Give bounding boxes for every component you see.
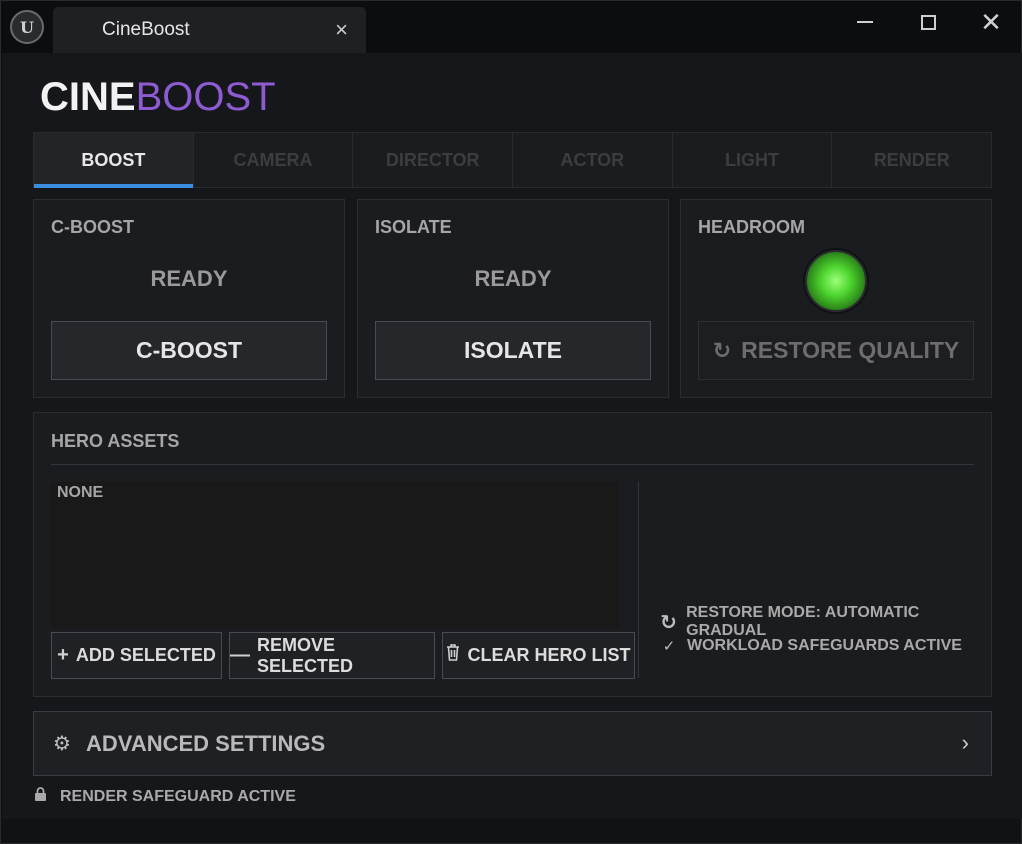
restore-quality-label: RESTORE QUALITY <box>741 337 960 363</box>
clear-hero-list-button[interactable]: CLEAR HERO LIST <box>442 632 635 679</box>
maximize-button[interactable] <box>908 7 948 37</box>
isolate-status: READY <box>474 266 552 291</box>
chevron-right-icon: › <box>961 730 969 755</box>
headroom-indicator-light <box>805 250 867 312</box>
render-safeguard-status: RENDER SAFEGUARD ACTIVE <box>34 787 296 807</box>
tab-bar: BOOST CAMERA DIRECTOR ACTOR LIGHT RENDER <box>33 132 992 188</box>
hero-list-empty-label: NONE <box>57 484 104 501</box>
maximize-icon <box>920 14 936 30</box>
tab-actor[interactable]: ACTOR <box>513 133 673 187</box>
cboost-button[interactable]: C-BOOST <box>51 321 327 380</box>
tab-director[interactable]: DIRECTOR <box>353 133 514 187</box>
lock-icon <box>34 787 50 807</box>
remove-selected-label: REMOVE SELECTED <box>257 634 354 676</box>
cboost-title: C-BOOST <box>51 217 134 237</box>
restore-mode-info: ↻ RESTORE MODE: AUTOMATIC GRADUAL <box>658 604 991 640</box>
unreal-logo-icon[interactable]: U <box>10 10 44 44</box>
cboost-panel: C-BOOST READY C-BOOST <box>33 199 345 398</box>
isolate-button[interactable]: ISOLATE <box>375 321 651 380</box>
headroom-title: HEADROOM <box>698 217 805 237</box>
restore-mode-text: RESTORE MODE: AUTOMATIC GRADUAL <box>686 604 920 639</box>
window-close-button[interactable]: ✕ <box>971 7 1011 37</box>
tab-render[interactable]: RENDER <box>832 133 991 187</box>
refresh-icon: ↻ <box>712 337 732 363</box>
plus-icon: + <box>57 644 69 666</box>
brand-part-boost: BOOST <box>135 75 276 119</box>
tab-light[interactable]: LIGHT <box>673 133 833 187</box>
minimize-icon <box>857 21 873 23</box>
app-window: U CineBoost × ✕ CINEBOOST BOOST CAMERA D… <box>0 0 1022 844</box>
title-bar: U CineBoost × ✕ <box>1 1 1021 53</box>
plugin-content: CINEBOOST BOOST CAMERA DIRECTOR ACTOR LI… <box>2 53 1022 819</box>
minus-icon: — <box>230 644 250 666</box>
restore-quality-button[interactable]: ↻ RESTORE QUALITY <box>698 321 974 380</box>
isolate-panel: ISOLATE READY ISOLATE <box>357 199 669 398</box>
divider <box>51 464 974 465</box>
hero-assets-title: HERO ASSETS <box>51 431 180 451</box>
cboost-status: READY <box>150 266 228 291</box>
minimize-button[interactable] <box>845 7 885 37</box>
tab-camera[interactable]: CAMERA <box>194 133 354 187</box>
refresh-icon: ↻ <box>660 611 677 634</box>
clear-hero-list-label: CLEAR HERO LIST <box>467 645 631 665</box>
render-safeguard-text: RENDER SAFEGUARD ACTIVE <box>60 788 296 805</box>
hero-asset-list[interactable]: NONE <box>51 482 619 628</box>
advanced-settings-expander[interactable]: ⚙ ADVANCED SETTINGS › <box>33 711 992 776</box>
safeguards-text: WORKLOAD SAFEGUARDS ACTIVE <box>687 637 962 654</box>
brand-logo: CINEBOOST <box>40 75 276 120</box>
vertical-divider <box>638 482 639 678</box>
safeguards-info: ✓ WORKLOAD SAFEGUARDS ACTIVE <box>658 637 962 655</box>
add-selected-label: ADD SELECTED <box>75 645 216 665</box>
document-tab-title: CineBoost <box>102 19 190 40</box>
advanced-settings-label: ADVANCED SETTINGS <box>86 730 326 756</box>
headroom-panel: HEADROOM ↻ RESTORE QUALITY <box>680 199 992 398</box>
gear-icon: ⚙ <box>53 733 71 755</box>
trash-icon <box>446 644 460 667</box>
document-tab[interactable]: CineBoost × <box>53 7 366 53</box>
hero-assets-panel: HERO ASSETS NONE + ADD SELECTED — REMOVE… <box>33 412 992 697</box>
remove-selected-button[interactable]: — REMOVE SELECTED <box>229 632 435 679</box>
isolate-title: ISOLATE <box>375 217 452 237</box>
tab-boost[interactable]: BOOST <box>34 133 194 188</box>
add-selected-button[interactable]: + ADD SELECTED <box>51 632 222 679</box>
brand-part-cine: CINE <box>40 75 136 119</box>
check-icon: ✓ <box>662 638 676 655</box>
tab-close-icon[interactable]: × <box>335 17 348 43</box>
